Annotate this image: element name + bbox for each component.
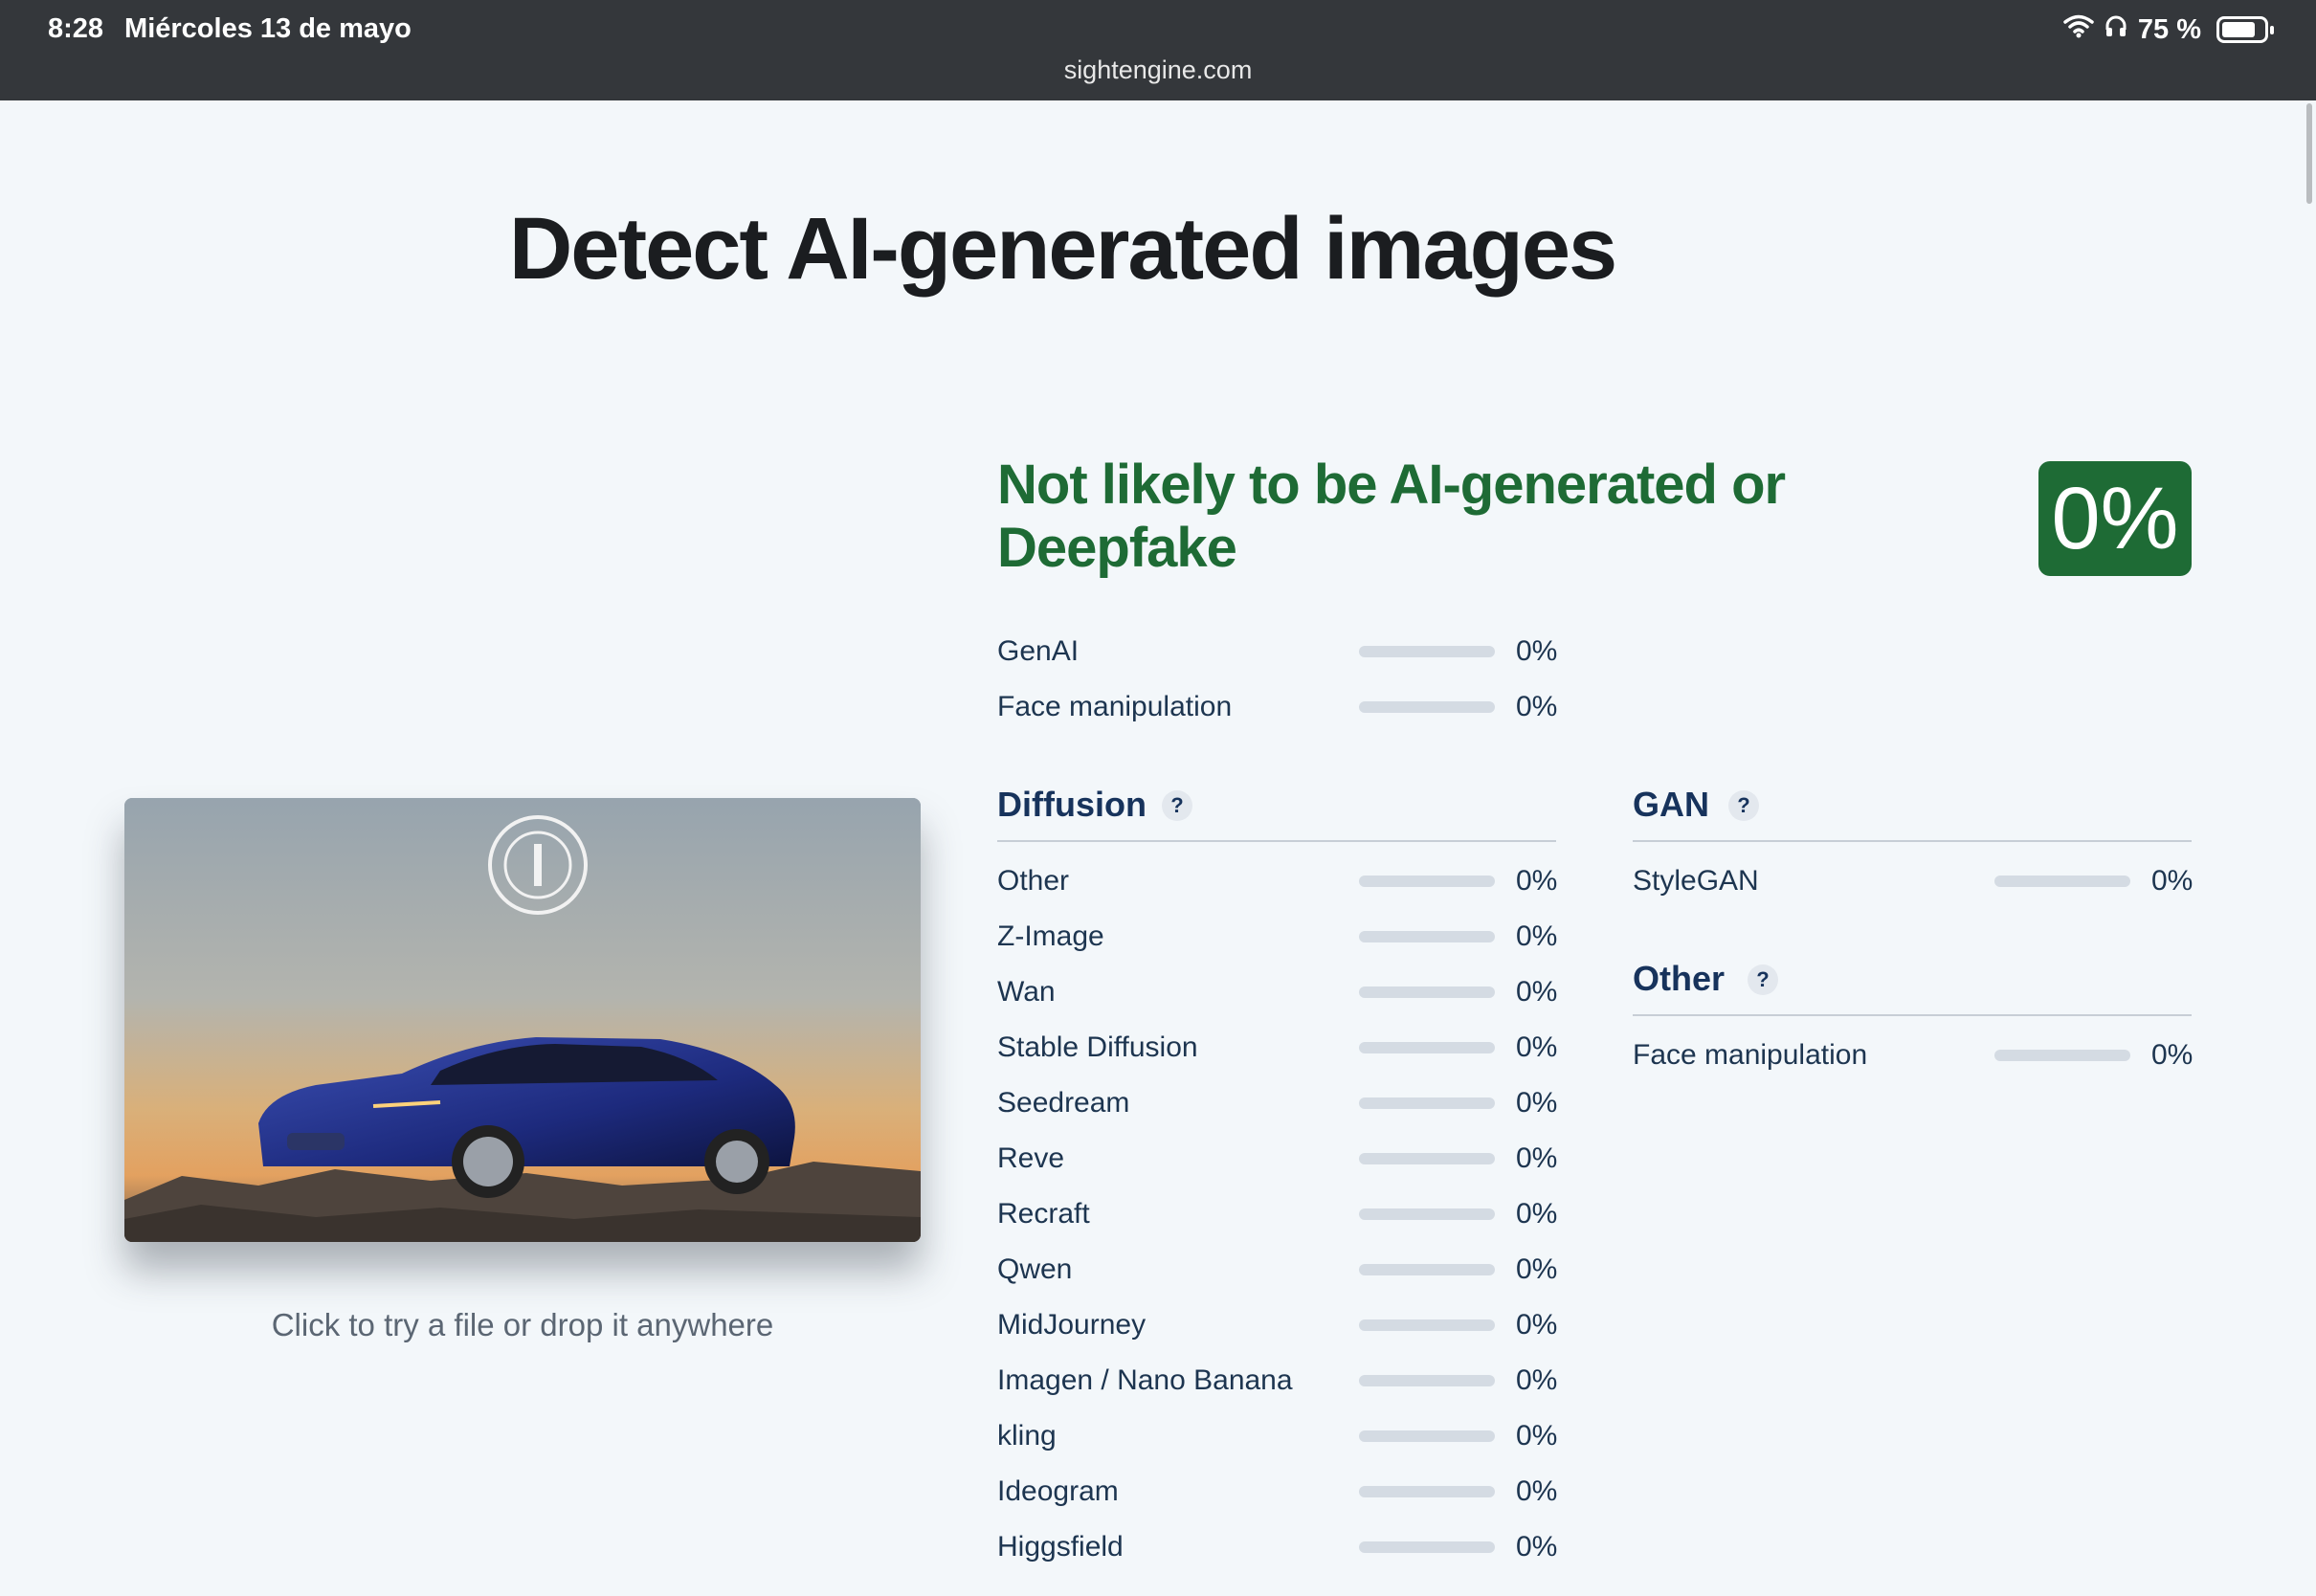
row-value: 0% — [1516, 1198, 1558, 1230]
progress-bar — [1359, 1541, 1495, 1553]
row-value: 0% — [2151, 1039, 2194, 1071]
help-icon[interactable]: ? — [1748, 964, 1778, 995]
progress-bar — [1359, 1430, 1495, 1442]
row-value: 0% — [1516, 1475, 1558, 1507]
row-value: 0% — [1516, 1142, 1558, 1174]
row-value: 0% — [2151, 865, 2194, 897]
url-bar[interactable]: sightengine.com — [0, 55, 2316, 85]
row-value: 0% — [1516, 1420, 1558, 1452]
row-label: StyleGAN — [1633, 865, 1759, 897]
summary-row-face-manipulation: Face manipulation 0% — [997, 688, 1558, 726]
row-value: 0% — [1516, 1364, 1558, 1396]
diffusion-row: Stable Diffusion 0% — [997, 1029, 1558, 1067]
section-title: Other — [1633, 959, 1726, 998]
diffusion-row: Higgsfield 0% — [997, 1528, 1558, 1566]
verdict-text: Not likely to be AI-generated or Deepfak… — [997, 454, 1786, 579]
progress-bar — [1359, 646, 1495, 657]
row-label: Face manipulation — [1633, 1039, 1868, 1071]
row-label: Wan — [997, 976, 1056, 1008]
diffusion-row: Seedream 0% — [997, 1084, 1558, 1122]
row-label: Reve — [997, 1142, 1065, 1174]
row-label: Face manipulation — [997, 691, 1233, 722]
row-label: Ideogram — [997, 1475, 1119, 1507]
row-label: Z-Image — [997, 920, 1104, 952]
row-value: 0% — [1516, 1531, 1558, 1563]
section-title: GAN — [1633, 785, 1709, 824]
summary-row-genai: GenAI 0% — [997, 632, 1558, 671]
score-badge: 0% — [2038, 461, 2192, 576]
progress-bar — [1359, 986, 1495, 998]
progress-bar — [1359, 1486, 1495, 1497]
row-value: 0% — [1516, 1309, 1558, 1341]
progress-bar — [1359, 1042, 1495, 1053]
help-icon[interactable]: ? — [1728, 790, 1759, 821]
row-label: Qwen — [997, 1253, 1073, 1285]
help-icon[interactable]: ? — [1162, 790, 1192, 821]
progress-bar — [1359, 701, 1495, 713]
progress-bar — [1994, 1050, 2130, 1061]
progress-bar — [1359, 876, 1495, 887]
row-label: Recraft — [997, 1198, 1090, 1230]
diffusion-row: Z-Image 0% — [997, 918, 1558, 956]
progress-bar — [1359, 931, 1495, 942]
row-value: 0% — [1516, 865, 1558, 897]
row-label: MidJourney — [997, 1309, 1147, 1341]
diffusion-row: MidJourney 0% — [997, 1306, 1558, 1344]
uploaded-image[interactable] — [124, 798, 921, 1242]
row-label: Seedream — [997, 1087, 1130, 1119]
row-value: 0% — [1516, 920, 1558, 952]
progress-bar — [1994, 876, 2130, 887]
diffusion-row: Qwen 0% — [997, 1251, 1558, 1289]
diffusion-row: Ideogram 0% — [997, 1473, 1558, 1511]
diffusion-row: Wan 0% — [997, 973, 1558, 1011]
section-other: Other ? — [1633, 957, 2192, 1016]
row-value: 0% — [1516, 1253, 1558, 1285]
other-row-face-manipulation: Face manipulation 0% — [1633, 1036, 2194, 1075]
progress-bar — [1359, 1264, 1495, 1275]
row-label: Other — [997, 865, 1070, 897]
battery-percent: 75 % — [2137, 13, 2201, 45]
progress-bar — [1359, 1375, 1495, 1386]
page-title: Detect AI-generated images — [508, 200, 1617, 298]
scrollbar[interactable] — [2306, 103, 2312, 204]
diffusion-row: Reve 0% — [997, 1140, 1558, 1178]
status-right: 75 % — [2063, 13, 2274, 46]
diffusion-row: Other 0% — [997, 862, 1558, 900]
row-label: Stable Diffusion — [997, 1031, 1198, 1063]
row-value: 0% — [1516, 1031, 1558, 1063]
row-value: 0% — [1516, 635, 1558, 667]
section-diffusion: Diffusion ? — [997, 783, 1556, 842]
row-label: kling — [997, 1420, 1057, 1452]
battery-icon — [2216, 16, 2274, 43]
row-value: 0% — [1516, 976, 1558, 1008]
diffusion-row: Imagen / Nano Banana 0% — [997, 1362, 1558, 1400]
diffusion-row: Recraft 0% — [997, 1195, 1558, 1233]
gan-row-stylegan: StyleGAN 0% — [1633, 862, 2194, 900]
drop-hint[interactable]: Click to try a file or drop it anywhere — [124, 1307, 921, 1343]
headphones-icon — [2104, 13, 2128, 46]
row-value: 0% — [1516, 1087, 1558, 1119]
progress-bar — [1359, 1319, 1495, 1331]
row-label: Imagen / Nano Banana — [997, 1364, 1293, 1396]
section-gan: GAN ? — [1633, 783, 2192, 842]
row-value: 0% — [1516, 691, 1558, 722]
status-bar: 8:28 Miércoles 13 de mayo 75 % sightengi… — [0, 0, 2316, 100]
status-date: Miércoles 13 de mayo — [124, 13, 412, 44]
status-time: 8:28 — [48, 13, 104, 44]
wifi-icon — [2063, 13, 2094, 46]
row-label: Higgsfield — [997, 1531, 1124, 1563]
progress-bar — [1359, 1208, 1495, 1220]
diffusion-row: kling 0% — [997, 1417, 1558, 1455]
section-title: Diffusion — [997, 785, 1147, 824]
status-left: 8:28 Miércoles 13 de mayo — [48, 13, 412, 45]
progress-bar — [1359, 1153, 1495, 1164]
progress-bar — [1359, 1097, 1495, 1109]
row-label: GenAI — [997, 635, 1080, 667]
